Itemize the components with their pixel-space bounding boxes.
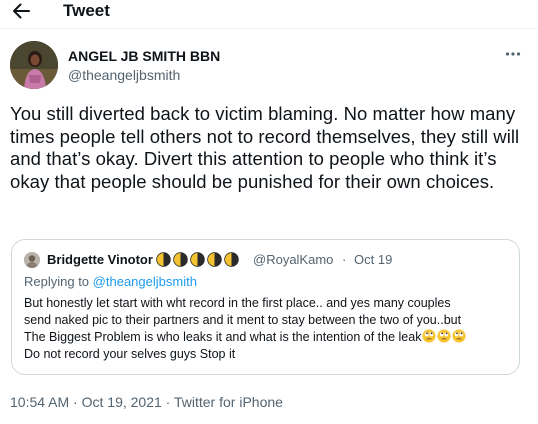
quoted-text-line: The Biggest Problem is who leaks it and … bbox=[24, 329, 512, 346]
quoted-text: But honestly let start with wht record i… bbox=[24, 295, 512, 363]
meta-separator: · bbox=[73, 394, 78, 410]
yin-yang-icon bbox=[207, 252, 222, 267]
quoted-separator: · bbox=[342, 252, 347, 267]
top-bar: Tweet bbox=[0, 0, 538, 26]
face-with-rolling-eyes-icon bbox=[452, 329, 467, 343]
face-with-rolling-eyes-icon bbox=[422, 329, 437, 343]
yin-yang-icon bbox=[224, 252, 239, 267]
author-name[interactable]: ANGEL JB SMITH BBN bbox=[68, 47, 220, 65]
arrow-left-icon[interactable] bbox=[10, 1, 32, 21]
author-handle[interactable]: @theangeljbsmith bbox=[68, 66, 180, 84]
quoted-text-line: send naked pic to their partners and it … bbox=[24, 313, 462, 327]
page-title: Tweet bbox=[63, 1, 110, 20]
quoted-name-emojis bbox=[156, 252, 239, 267]
quoted-text-line: Do not record your selves guys Stop it bbox=[24, 347, 236, 361]
face-with-rolling-eyes-icon bbox=[437, 329, 452, 343]
header-divider bbox=[0, 28, 538, 29]
tweet-time[interactable]: 10:54 AM bbox=[10, 394, 69, 410]
tweet-source[interactable]: Twitter for iPhone bbox=[174, 394, 283, 410]
quoted-text-line-content: The Biggest Problem is who leaks it and … bbox=[24, 330, 422, 344]
replying-to-handle[interactable]: @theangeljbsmith bbox=[93, 274, 197, 289]
tweet-meta: 10:54 AM · Oct 19, 2021 · Twitter for iP… bbox=[10, 393, 283, 411]
quoted-author-name: Bridgette Vinotor bbox=[47, 252, 153, 267]
tweet-text: You still diverted back to victim blamin… bbox=[10, 103, 520, 192]
yin-yang-icon bbox=[173, 252, 188, 267]
avatar[interactable] bbox=[10, 41, 58, 89]
yin-yang-icon bbox=[190, 252, 205, 267]
quoted-avatar bbox=[24, 252, 40, 268]
quoted-tweet[interactable]: Bridgette Vinotor @RoyalKamo · Oct 19 Re… bbox=[11, 239, 520, 375]
quoted-text-line: But honestly let start with wht record i… bbox=[24, 296, 451, 310]
quoted-date: Oct 19 bbox=[354, 252, 393, 267]
replying-to: Replying to @theangeljbsmith bbox=[24, 273, 197, 290]
quoted-author-handle: @RoyalKamo bbox=[253, 252, 334, 267]
yin-yang-icon bbox=[156, 252, 171, 267]
tweet-date[interactable]: Oct 19, 2021 bbox=[82, 394, 162, 410]
more-horizontal-icon[interactable] bbox=[503, 47, 523, 61]
meta-separator: · bbox=[165, 394, 171, 410]
replying-to-label: Replying to bbox=[24, 274, 90, 289]
